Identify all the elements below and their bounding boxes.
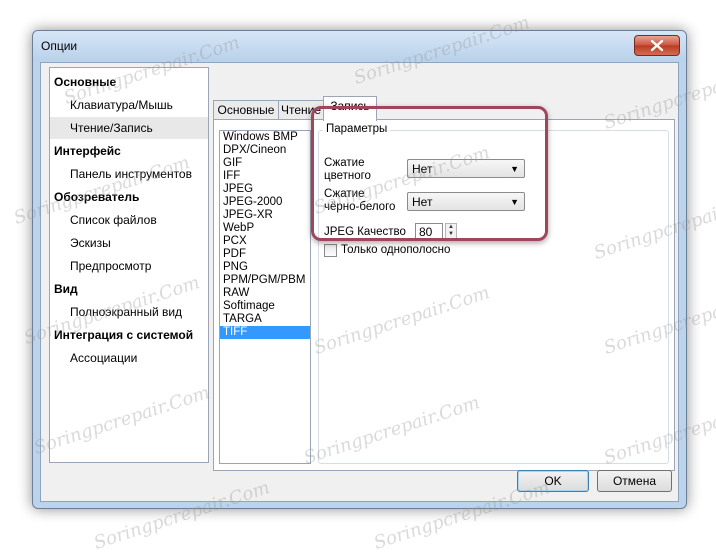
nav-item[interactable]: Чтение/Запись: [50, 117, 208, 139]
stepper-down-icon[interactable]: ▼: [446, 231, 456, 238]
nav-item[interactable]: Предпросмотр: [50, 255, 208, 277]
format-item[interactable]: TARGA: [220, 313, 310, 326]
jpeg-quality-stepper[interactable]: ▲ ▼: [445, 223, 457, 240]
format-item[interactable]: PPM/PGM/PBM: [220, 274, 310, 287]
color-compression-label-line2: цветного: [324, 170, 371, 182]
nav-item[interactable]: Эскизы: [50, 232, 208, 254]
bw-compression-label-line1: Сжатие: [324, 188, 365, 200]
tab-0[interactable]: Основные: [213, 100, 279, 120]
nav-item[interactable]: Интеграция с системой: [50, 324, 208, 346]
nav-item[interactable]: Обозреватель: [50, 186, 208, 208]
format-item[interactable]: Windows BMP: [220, 131, 310, 144]
format-item[interactable]: JPEG-XR: [220, 209, 310, 222]
format-item[interactable]: PDF: [220, 248, 310, 261]
format-item[interactable]: IFF: [220, 170, 310, 183]
chevron-down-icon: ▼: [510, 164, 519, 174]
chevron-down-icon: ▼: [510, 197, 519, 207]
nav-item[interactable]: Полноэкранный вид: [50, 301, 208, 323]
options-dialog: Опции Основные Клавиатура/Мышь Чтение/Запи…: [32, 30, 687, 509]
bw-compression-select[interactable]: Нет ▼: [407, 192, 525, 211]
nav-item[interactable]: Панель инструментов: [50, 163, 208, 185]
tab-1[interactable]: Чтение: [278, 100, 324, 120]
nav-item[interactable]: Основные: [50, 71, 208, 93]
color-compression-select[interactable]: Нет ▼: [407, 159, 525, 178]
format-item[interactable]: PCX: [220, 235, 310, 248]
window-title: Опции: [41, 39, 78, 53]
bw-compression-value: Нет: [412, 195, 433, 209]
format-item[interactable]: WebP: [220, 222, 310, 235]
dialog-client: Основные Клавиатура/Мышь Чтение/Запись Инте…: [40, 62, 679, 502]
close-icon: [650, 39, 664, 52]
settings-nav-tree: Основные Клавиатура/Мышь Чтение/Запись Инте…: [49, 67, 209, 463]
format-item[interactable]: DPX/Cineon: [220, 144, 310, 157]
nav-item[interactable]: Клавиатура/Мышь: [50, 94, 208, 116]
format-item[interactable]: GIF: [220, 157, 310, 170]
format-item[interactable]: Softimage: [220, 300, 310, 313]
single-strip-checkbox[interactable]: [324, 244, 337, 257]
bw-compression-label-line2: чёрно-белого: [324, 201, 396, 213]
nav-item[interactable]: Ассоциации: [50, 347, 208, 369]
format-item[interactable]: JPEG-2000: [220, 196, 310, 209]
nav-item[interactable]: Вид: [50, 278, 208, 300]
parameters-legend: Параметры: [323, 123, 391, 135]
cancel-button[interactable]: Отмена: [597, 470, 672, 492]
title-bar[interactable]: Опции: [33, 31, 686, 61]
single-strip-label: Только однополосно: [341, 244, 451, 256]
format-item[interactable]: RAW: [220, 287, 310, 300]
color-compression-value: Нет: [412, 162, 433, 176]
format-item[interactable]: JPEG: [220, 183, 310, 196]
format-list[interactable]: Windows BMP DPX/Cineon GIF IFF JPEG JPEG-2000…: [219, 130, 311, 464]
format-item[interactable]: TIFF: [220, 326, 310, 339]
close-button[interactable]: [634, 35, 680, 56]
ok-button[interactable]: OK: [517, 470, 589, 492]
tab-2[interactable]: Запись: [323, 96, 377, 121]
format-item[interactable]: PNG: [220, 261, 310, 274]
stepper-up-icon[interactable]: ▲: [446, 224, 456, 231]
nav-item[interactable]: Список файлов: [50, 209, 208, 231]
parameters-group: Параметры Сжатие цветного Нет ▼ Сжатие ч…: [318, 123, 669, 464]
jpeg-quality-input[interactable]: 80: [415, 223, 443, 240]
color-compression-label-line1: Сжатие: [324, 157, 365, 169]
jpeg-quality-label: JPEG Качество: [324, 226, 406, 238]
nav-item[interactable]: Интерфейс: [50, 140, 208, 162]
tab-panel-write: Windows BMP DPX/Cineon GIF IFF JPEG JPEG-2000…: [213, 119, 675, 471]
